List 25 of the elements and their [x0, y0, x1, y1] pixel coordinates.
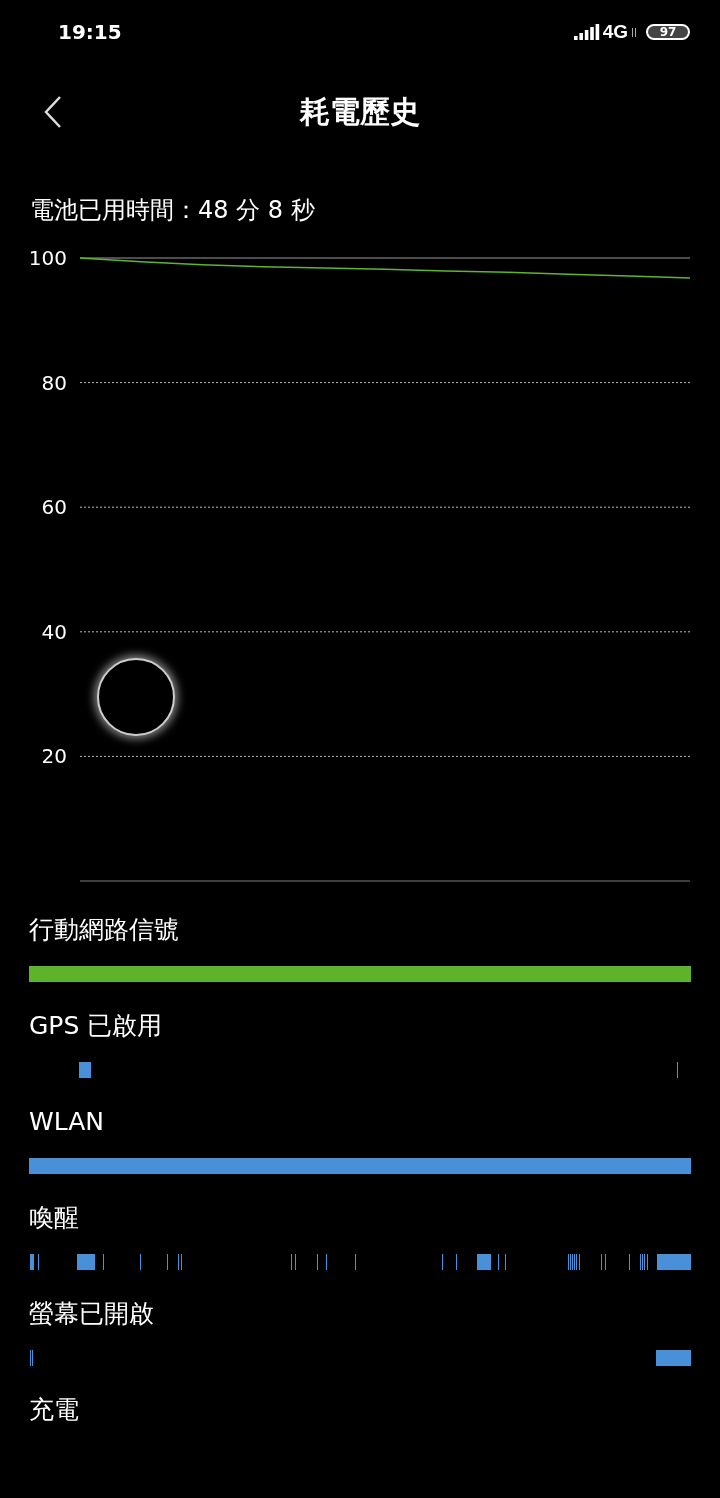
row-label: 行動網路信號	[29, 914, 179, 946]
axis-label: 20	[41, 744, 67, 769]
battery-indicator: 97	[646, 24, 690, 40]
page-title: 耗電歷史	[300, 92, 420, 131]
signal-icon	[573, 24, 600, 40]
floating-button[interactable]	[97, 658, 175, 736]
activity-bar	[657, 1254, 691, 1270]
network-type: 4G	[602, 21, 628, 43]
row-label: WLAN	[29, 1106, 105, 1138]
axis-label: 80	[41, 370, 67, 395]
axis-label: 40	[41, 619, 67, 644]
clock: 19:15	[58, 20, 122, 44]
activity-bar	[476, 1254, 491, 1270]
activity-bar	[76, 1254, 96, 1270]
axis-label: 100	[28, 246, 67, 270]
data-arrows-icon	[631, 27, 637, 37]
activity-bar	[656, 1350, 691, 1366]
row-label: 喚醒	[29, 1202, 79, 1234]
axis-label: 60	[41, 495, 67, 520]
activity-bar	[29, 1254, 34, 1270]
battery-usage-time: 電池已用時間：48 分 8 秒	[30, 195, 316, 226]
activity-bar	[79, 1062, 91, 1078]
row-label: 螢幕已開啟	[29, 1298, 154, 1330]
row-label: GPS 已啟用	[29, 1010, 163, 1042]
row-label: 充電	[29, 1394, 79, 1426]
